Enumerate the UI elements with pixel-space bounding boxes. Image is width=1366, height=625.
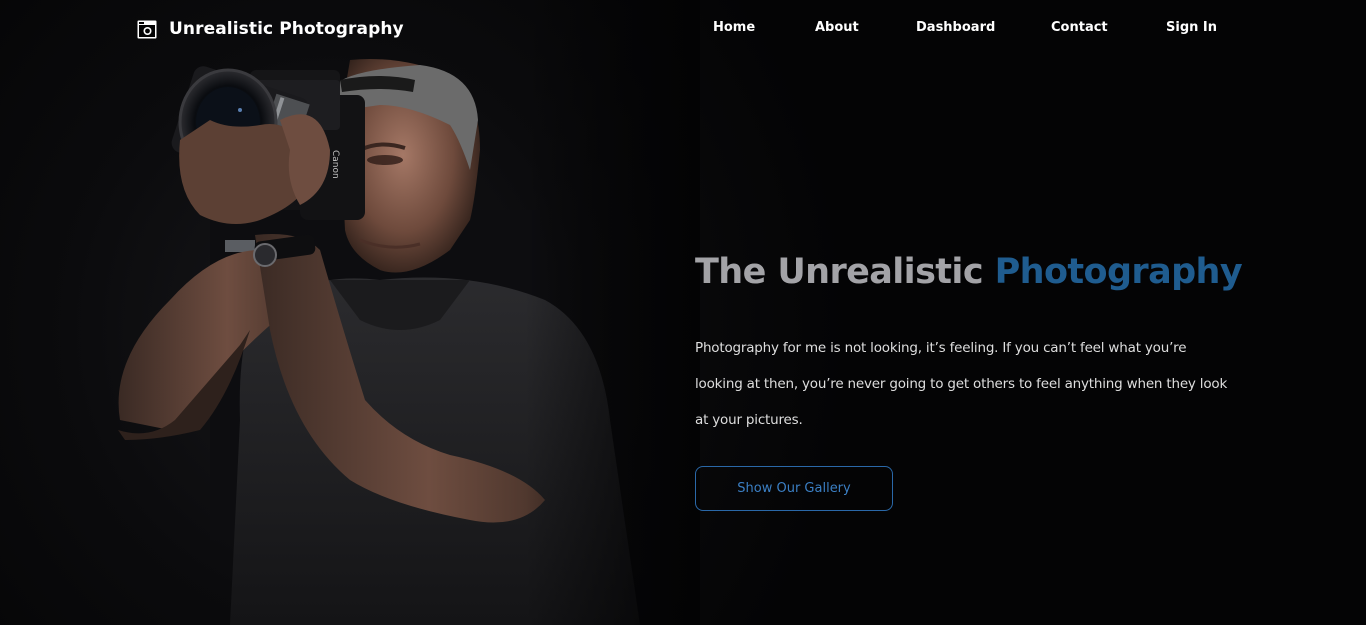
hero-section: Canon Unrealistic Photography (0, 0, 1366, 625)
nav-link-about[interactable]: About (815, 20, 859, 35)
hero-description: Photography for me is not looking, it’s … (695, 340, 1228, 428)
hero-title: The Unrealistic Photography (695, 252, 1243, 292)
nav-links: Home About Dashboard Contact Sign In (0, 20, 1366, 38)
navbar: Unrealistic Photography Home About Dashb… (0, 0, 1366, 58)
nav-link-sign-in[interactable]: Sign In (1166, 20, 1217, 35)
nav-link-dashboard[interactable]: Dashboard (916, 20, 995, 35)
show-gallery-button[interactable]: Show Our Gallery (695, 466, 893, 511)
nav-link-contact[interactable]: Contact (1051, 20, 1108, 35)
hero-photo: Canon (0, 0, 700, 625)
hero-title-main: The Unrealistic (695, 252, 984, 292)
hero-title-accent: Photography (994, 252, 1243, 292)
nav-link-home[interactable]: Home (713, 20, 755, 35)
